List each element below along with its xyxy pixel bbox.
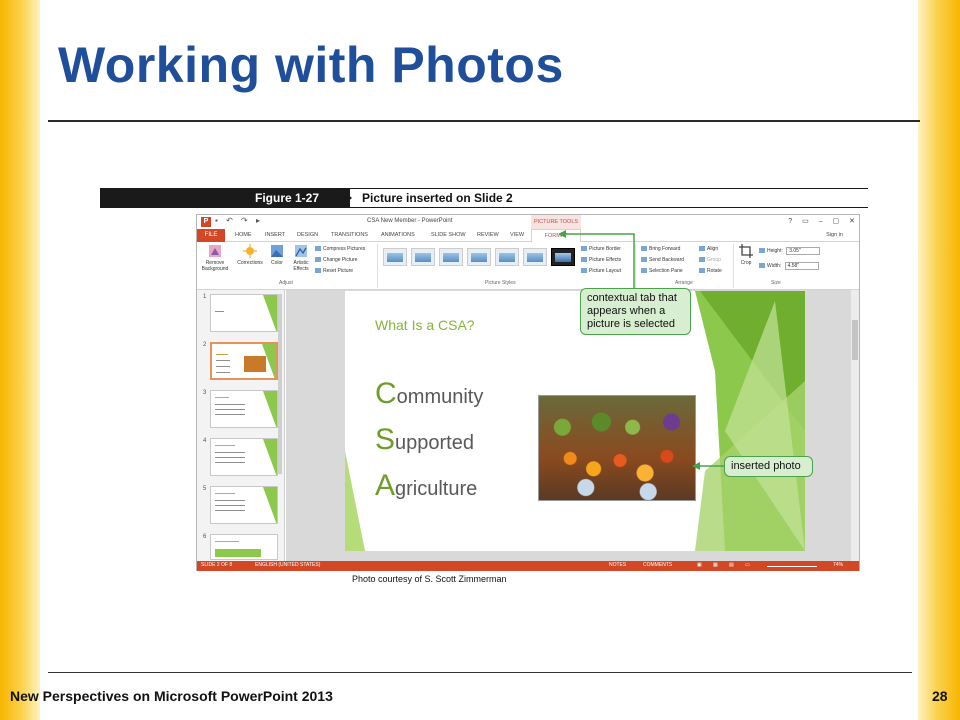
- photo-credit: Photo courtesy of S. Scott Zimmerman: [352, 574, 507, 584]
- callout-contextual-tab: contextual tab that appears when a pictu…: [580, 288, 691, 335]
- callout-inserted-photo: inserted photo: [724, 456, 813, 477]
- footer-book-title: New Perspectives on Microsoft PowerPoint…: [10, 688, 333, 704]
- footer-divider: [48, 672, 912, 673]
- page-number: 28: [932, 688, 948, 704]
- callout-arrows: [558, 230, 724, 470]
